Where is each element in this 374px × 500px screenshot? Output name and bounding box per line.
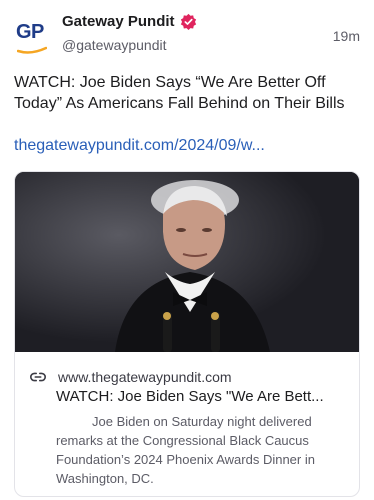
card-image[interactable] (15, 172, 359, 352)
post-link[interactable]: thegatewaypundit.com/2024/09/w... (14, 137, 265, 155)
link-icon (30, 372, 46, 382)
account-handle[interactable]: @gatewaypundit (62, 37, 167, 53)
link-preview-card[interactable]: www.thegatewaypundit.com WATCH: Joe Bide… (14, 171, 360, 497)
post-text: WATCH: Joe Biden Says “We Are Better Off… (14, 74, 345, 112)
post-timestamp[interactable]: 19m (333, 28, 360, 44)
card-title[interactable]: WATCH: Joe Biden Says "We Are Bett... (56, 388, 354, 405)
photo-illustration (15, 172, 359, 352)
card-description: Joe Biden on Saturday night delivered re… (56, 414, 315, 486)
avatar[interactable]: GP (14, 18, 54, 58)
name-row: Gateway Pundit (62, 13, 197, 30)
logo-swoosh-icon (17, 46, 47, 54)
post-container: GP Gateway Pundit @gatewaypundit 19m WAT… (0, 0, 374, 500)
verified-badge-icon (180, 13, 196, 30)
card-url-row: www.thegatewaypundit.com (29, 368, 232, 386)
display-name[interactable]: Gateway Pundit (62, 13, 175, 30)
avatar-logo-text: GP (16, 21, 44, 43)
card-domain: www.thegatewaypundit.com (58, 369, 232, 385)
